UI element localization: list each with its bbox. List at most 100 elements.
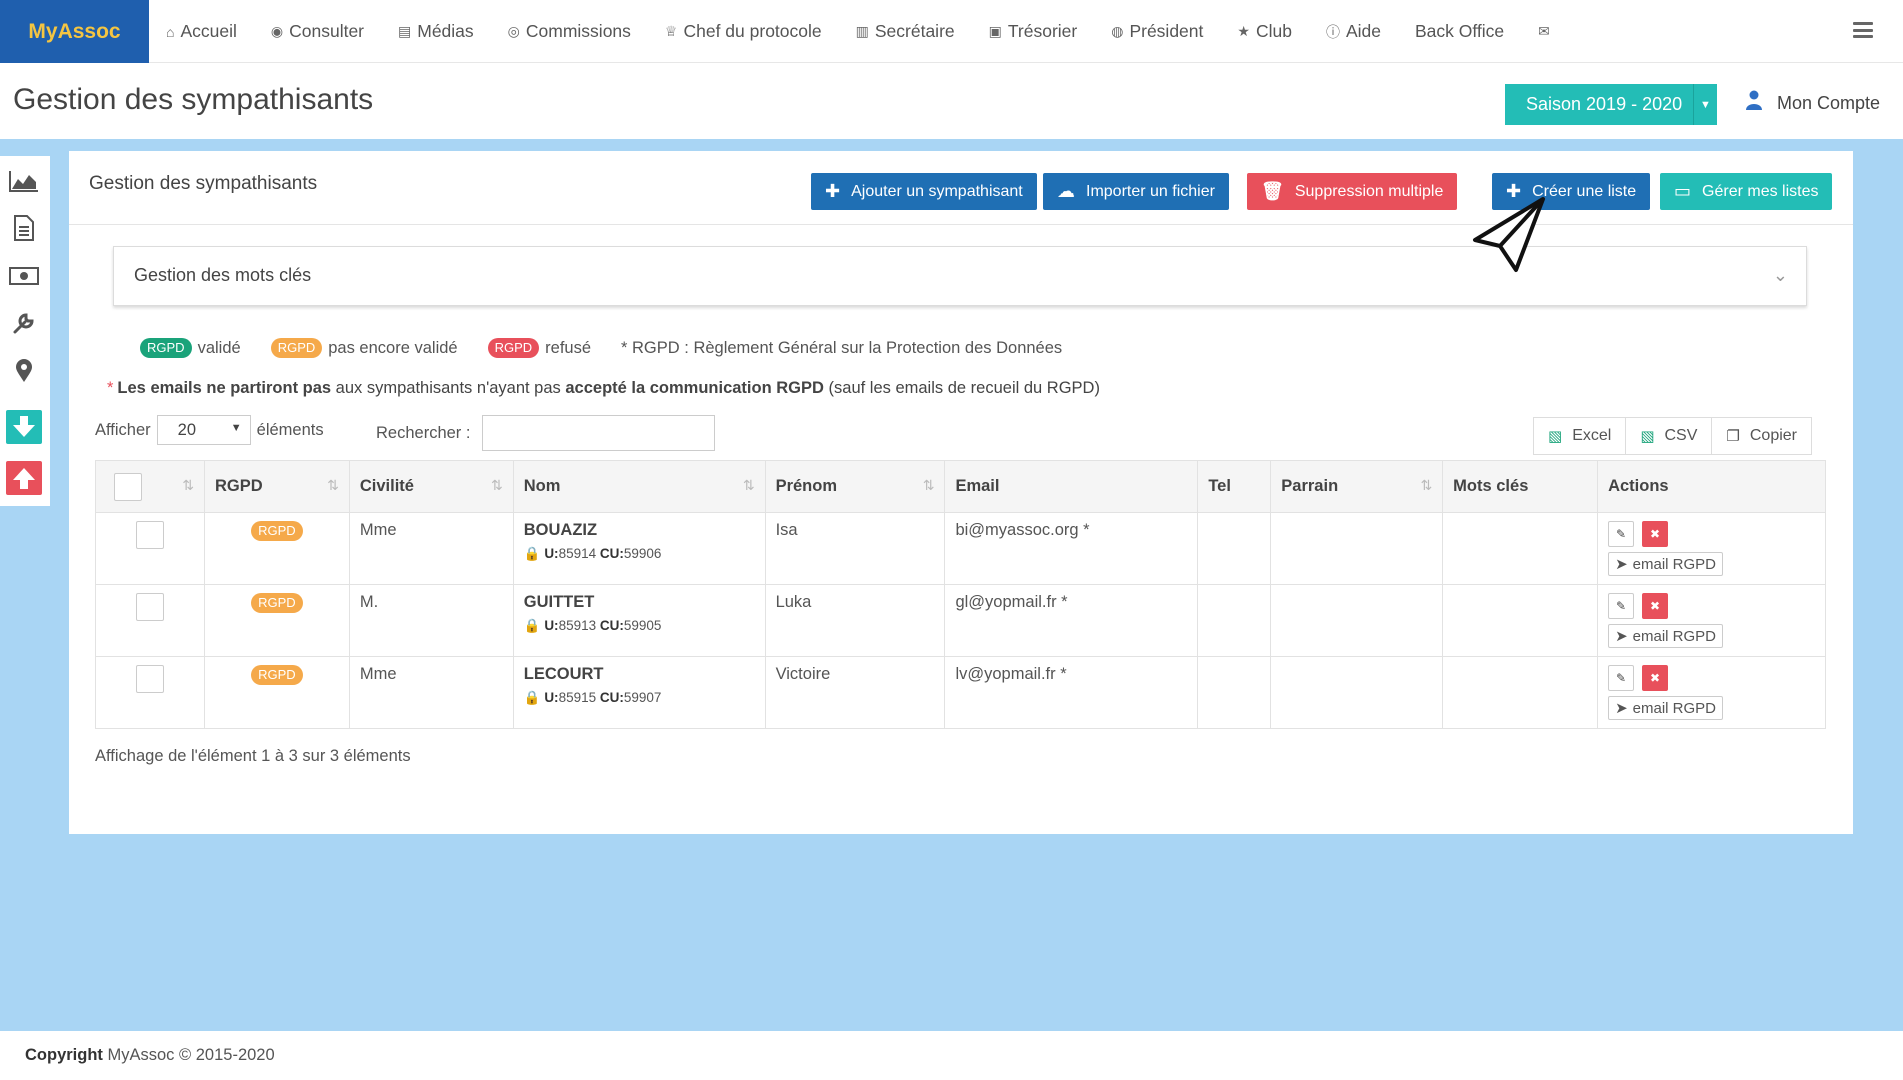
add-sympathisant-button[interactable]: ✚ Ajouter un sympathisant: [811, 173, 1037, 210]
table-row[interactable]: RGPD M. GUITTET 🔒 U:85913 CU:59905 Luka gl@yo…: [95, 584, 1826, 657]
sort-icon[interactable]: ⇅: [743, 477, 755, 494]
card-header: Gestion des sympathisants ✚ Ajouter un s…: [69, 151, 1853, 225]
header-nom[interactable]: Nom ⇅: [512, 460, 766, 513]
table-row[interactable]: RGPD Mme BOUAZIZ 🔒 U:85914 CU:59906 Isa bi@my…: [95, 512, 1826, 585]
delete-icon[interactable]: ✖: [1642, 665, 1669, 691]
envelope-icon: ✉: [1538, 23, 1550, 39]
row-checkbox[interactable]: [135, 665, 164, 693]
brand-logo[interactable]: MyAssoc: [0, 0, 149, 63]
edit-icon[interactable]: ✎: [1608, 593, 1635, 619]
email-cell: gl@yopmail.fr *: [944, 584, 1199, 657]
wrench-icon[interactable]: [9, 308, 39, 338]
header-email[interactable]: Email: [944, 460, 1199, 513]
mots-cles-cell: [1442, 584, 1599, 657]
menu-toggle-icon[interactable]: [1853, 22, 1873, 38]
excel-button[interactable]: ▧ Excel: [1534, 418, 1627, 454]
map-marker-icon[interactable]: [9, 356, 39, 386]
copyright-text: Copyright MyAssoc © 2015-2020: [25, 1046, 275, 1064]
civilite-cell: Mme: [348, 512, 514, 585]
import-file-button[interactable]: ☁ Importer un fichier: [1043, 173, 1229, 210]
rgpd-valid-badge: RGPD: [140, 338, 192, 358]
header-mots-cles[interactable]: Mots clés: [1442, 460, 1599, 513]
nav-item-pr-sident[interactable]: ◍ Président: [1094, 0, 1220, 63]
nav-item-tr-sorier[interactable]: ▣ Trésorier: [972, 0, 1095, 63]
table-row[interactable]: RGPD Mme LECOURT 🔒 U:85915 CU:59907 Victoire…: [95, 656, 1826, 729]
keywords-panel[interactable]: Gestion des mots clés ⌄: [113, 246, 1807, 306]
header-prenom[interactable]: Prénom ⇅: [764, 460, 946, 513]
money-icon[interactable]: [9, 261, 39, 291]
header-actions: Actions: [1597, 460, 1826, 513]
actions-cell: ✎ ✖ ➤ email RGPD: [1597, 584, 1826, 657]
sort-icon[interactable]: ⇅: [491, 477, 503, 494]
select-all-checkbox[interactable]: [114, 473, 142, 501]
copy-button[interactable]: ❐ Copier: [1712, 418, 1811, 454]
nav-item-chef-du-protocole[interactable]: ♕ Chef du protocole: [648, 0, 839, 63]
edit-icon[interactable]: ✎: [1608, 521, 1635, 547]
row-checkbox[interactable]: [135, 521, 164, 549]
edit-icon[interactable]: ✎: [1608, 665, 1635, 691]
email-rgpd-button[interactable]: ➤ email RGPD: [1608, 624, 1723, 648]
nav-item-commissions[interactable]: ◎ Commissions: [491, 0, 648, 63]
season-label: Saison 2019 - 2020: [1526, 94, 1683, 114]
nav-item-label: Club: [1255, 21, 1292, 41]
plus-icon: ✚: [825, 181, 841, 201]
multi-delete-button[interactable]: 🗑 Suppression multiple: [1247, 173, 1458, 210]
sympathisants-table: ⇅ RGPD ⇅ Civilité ⇅ Nom ⇅ Prénom ⇅ Email Tel…: [95, 460, 1826, 729]
sort-icon[interactable]: ⇅: [923, 477, 935, 494]
select-all-header[interactable]: ⇅: [95, 460, 205, 513]
tel-cell: [1197, 512, 1272, 585]
nav-item-label: Commissions: [525, 21, 631, 41]
manage-lists-button[interactable]: ▭ Gérer mes listes: [1660, 173, 1833, 210]
email-rgpd-button[interactable]: ➤ email RGPD: [1608, 696, 1723, 720]
nav-item-label: Accueil: [180, 21, 237, 41]
nav-item-consulter[interactable]: ◉ Consulter: [254, 0, 381, 63]
page-size-select[interactable]: 20 ▼: [156, 415, 251, 445]
delete-icon[interactable]: ✖: [1642, 521, 1669, 547]
email-warning-note: * Les emails ne partiront pas aux sympath…: [107, 379, 1100, 397]
nom-cell: BOUAZIZ 🔒 U:85914 CU:59906: [512, 512, 766, 585]
download-icon[interactable]: [6, 410, 42, 444]
document-icon[interactable]: [9, 213, 39, 243]
sort-icon[interactable]: ⇅: [327, 477, 339, 494]
email-rgpd-button[interactable]: ➤ email RGPD: [1608, 552, 1723, 576]
nav-item-back-office[interactable]: Back Office: [1398, 0, 1521, 63]
main-card: Gestion des sympathisants ✚ Ajouter un s…: [69, 151, 1853, 834]
header-tel[interactable]: Tel: [1197, 460, 1272, 513]
area-chart-icon[interactable]: [9, 166, 39, 196]
footer: Copyright MyAssoc © 2015-2020: [0, 1031, 1903, 1080]
caret-down-icon[interactable]: ▼: [1693, 84, 1717, 125]
list-icon: ▭: [1674, 181, 1692, 201]
season-select[interactable]: Saison 2019 - 2020 ▼: [1505, 84, 1717, 125]
trash-icon: 🗑: [1261, 181, 1284, 201]
user-icon: [1745, 90, 1763, 116]
delete-icon[interactable]: ✖: [1642, 593, 1669, 619]
row-checkbox[interactable]: [135, 593, 164, 621]
search-input[interactable]: [482, 415, 716, 451]
nav-item-club[interactable]: ★ Club: [1220, 0, 1309, 63]
upload-icon[interactable]: [6, 461, 42, 495]
paper-plane-icon: ➤: [1615, 700, 1628, 717]
account-menu[interactable]: Mon Compte: [1745, 90, 1880, 116]
nav-item-mail[interactable]: ✉: [1521, 0, 1573, 63]
lock-icon: 🔒: [523, 690, 541, 705]
nav-item-m-dias[interactable]: ▤ Médias: [381, 0, 491, 63]
header-rgpd[interactable]: RGPD ⇅: [203, 460, 350, 513]
nav-item-secr-taire[interactable]: ▥ Secrétaire: [839, 0, 972, 63]
sort-icon[interactable]: ⇅: [182, 477, 194, 494]
nav-item-label: Président: [1129, 21, 1204, 41]
nom-cell: GUITTET 🔒 U:85913 CU:59905: [512, 584, 766, 657]
sort-icon[interactable]: ⇅: [1420, 477, 1432, 494]
excel-icon: ▧: [1548, 428, 1563, 445]
lock-icon: 🔒: [523, 546, 541, 561]
nav-item-aide[interactable]: ⓘ Aide: [1309, 0, 1398, 63]
trophy-icon: ♕: [664, 23, 678, 39]
nav-item-label: Back Office: [1414, 21, 1505, 41]
header-civilite[interactable]: Civilité ⇅: [348, 460, 514, 513]
nav-item-accueil[interactable]: ⌂ Accueil: [149, 0, 254, 63]
chevron-down-icon[interactable]: ⌄: [1773, 265, 1788, 286]
email-cell: lv@yopmail.fr *: [944, 656, 1199, 729]
nav-items: ⌂ Accueil ◉ Consulter ▤ Médias ◎ Commissions ♕ Ch…: [149, 0, 1573, 63]
csv-button[interactable]: ▧ CSV: [1626, 418, 1713, 454]
top-navbar: MyAssoc ⌂ Accueil ◉ Consulter ▤ Médias ◎ Commis…: [0, 0, 1903, 63]
header-parrain[interactable]: Parrain ⇅: [1270, 460, 1444, 513]
